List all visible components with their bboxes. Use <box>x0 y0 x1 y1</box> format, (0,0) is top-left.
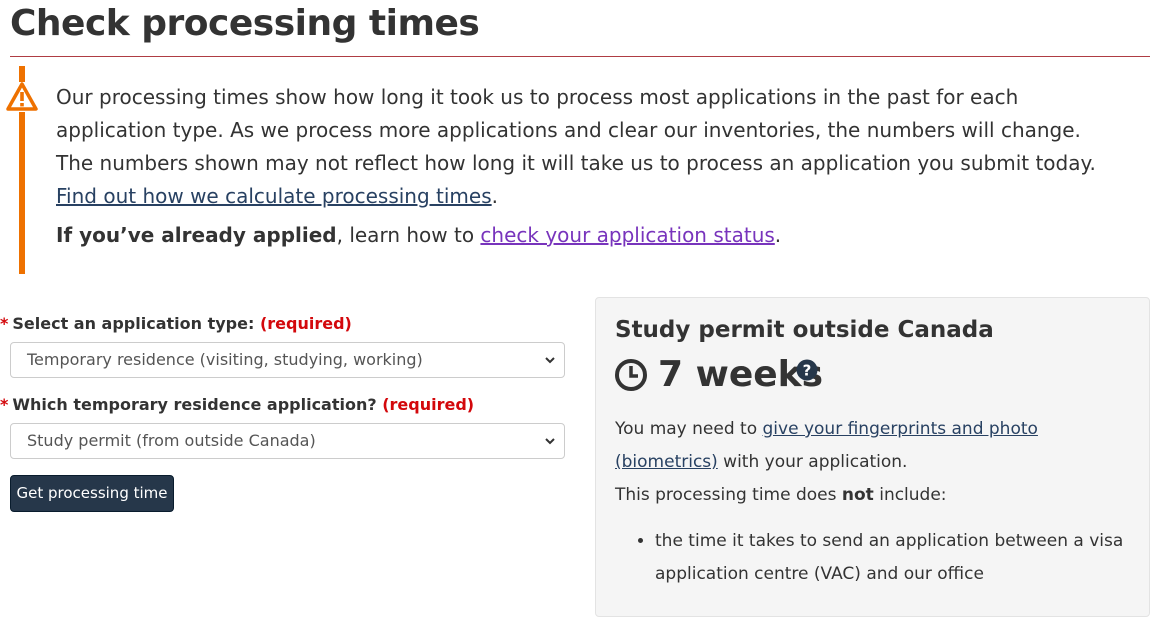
required-text: (required) <box>382 395 475 414</box>
result-description: You may need to give your fingerprints a… <box>615 413 1085 512</box>
exclusions-intro: This processing time does <box>615 485 842 505</box>
application-type-label-text: Select an application type: <box>12 314 255 333</box>
required-star: * <box>0 314 9 333</box>
help-icon[interactable]: ? <box>796 359 818 381</box>
calculate-processing-link[interactable]: Find out how we calculate processing tim… <box>56 184 492 208</box>
temporary-residence-label-text: Which temporary residence application? <box>12 395 377 414</box>
get-processing-time-button[interactable]: Get processing time <box>10 475 174 512</box>
application-type-select[interactable]: Temporary residence (visiting, studying,… <box>10 342 565 378</box>
chevron-down-icon <box>545 438 555 445</box>
temporary-residence-label: * Which temporary residence application? … <box>0 395 474 414</box>
notice-period: . <box>491 184 498 208</box>
applied-period: . <box>774 223 782 247</box>
chevron-down-icon <box>545 357 555 364</box>
required-text: (required) <box>259 314 352 333</box>
notice-text: Our processing times show how long it to… <box>56 85 1096 175</box>
temporary-residence-select[interactable]: Study permit (from outside Canada) <box>10 423 565 459</box>
svg-text:?: ? <box>803 362 812 380</box>
exclusions-not: not <box>841 485 874 505</box>
warning-icon <box>6 82 38 112</box>
notice-paragraph: Our processing times show how long it to… <box>56 81 1121 213</box>
application-type-label: * Select an application type: (required) <box>0 314 352 333</box>
required-star: * <box>0 395 9 414</box>
result-panel: Study permit outside Canada 7 weeks ? Yo… <box>595 297 1150 617</box>
page-title: Check processing times <box>10 3 480 44</box>
biometrics-outro: with your application. <box>717 452 908 472</box>
list-item: the time it takes to send an application… <box>655 525 1150 591</box>
already-applied-paragraph: If you’ve already applied, learn how to … <box>56 219 1121 252</box>
biometrics-paragraph: You may need to give your fingerprints a… <box>615 413 1085 479</box>
title-divider <box>10 56 1150 57</box>
processing-notice: Our processing times show how long it to… <box>56 81 1121 252</box>
temporary-residence-value: Study permit (from outside Canada) <box>27 431 316 450</box>
check-status-link[interactable]: check your application status <box>480 223 774 247</box>
clock-icon <box>615 359 647 391</box>
application-type-value: Temporary residence (visiting, studying,… <box>27 350 423 369</box>
exclusions-outro: include: <box>873 485 947 505</box>
exclusions-list: the time it takes to send an application… <box>615 525 1150 591</box>
result-title: Study permit outside Canada <box>615 317 994 343</box>
exclusions-paragraph: This processing time does not include: <box>615 479 1085 512</box>
biometrics-intro: You may need to <box>615 419 763 439</box>
already-applied-text: , learn how to <box>336 223 481 247</box>
already-applied-label: If you’ve already applied <box>56 223 337 247</box>
